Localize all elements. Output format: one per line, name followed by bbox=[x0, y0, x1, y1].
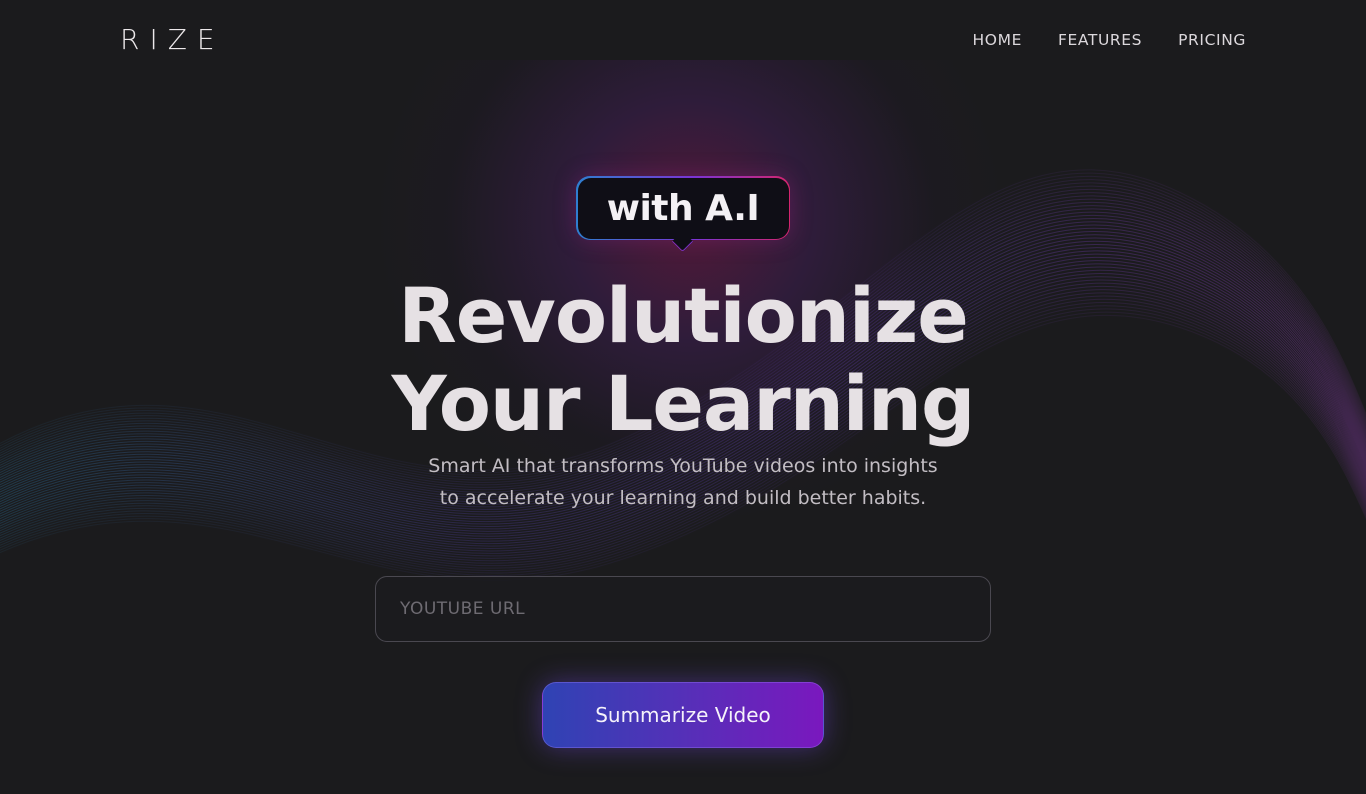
youtube-url-input[interactable] bbox=[375, 576, 991, 642]
logo[interactable]: RIZE bbox=[120, 22, 225, 58]
hero-title-line-1: Revolutionize bbox=[398, 271, 969, 360]
hero-title-line-2: Your Learning bbox=[391, 359, 976, 448]
main-nav: HOME FEATURES PRICING bbox=[973, 28, 1246, 52]
hero-title: Revolutionize Your Learning bbox=[283, 272, 1083, 448]
summarize-video-button[interactable]: Summarize Video bbox=[542, 682, 824, 748]
hero-subtitle: Smart AI that transforms YouTube videos … bbox=[333, 450, 1033, 514]
ai-badge-inner: with A.I bbox=[577, 177, 789, 239]
ai-badge: with A.I bbox=[576, 176, 790, 240]
hero-subtitle-line-2: to accelerate your learning and build be… bbox=[439, 487, 927, 509]
nav-features[interactable]: FEATURES bbox=[1058, 28, 1142, 52]
ai-badge-text: with A.I bbox=[606, 187, 760, 229]
nav-pricing[interactable]: PRICING bbox=[1178, 28, 1246, 52]
hero-subtitle-line-1: Smart AI that transforms YouTube videos … bbox=[428, 455, 938, 477]
nav-home[interactable]: HOME bbox=[973, 28, 1022, 52]
